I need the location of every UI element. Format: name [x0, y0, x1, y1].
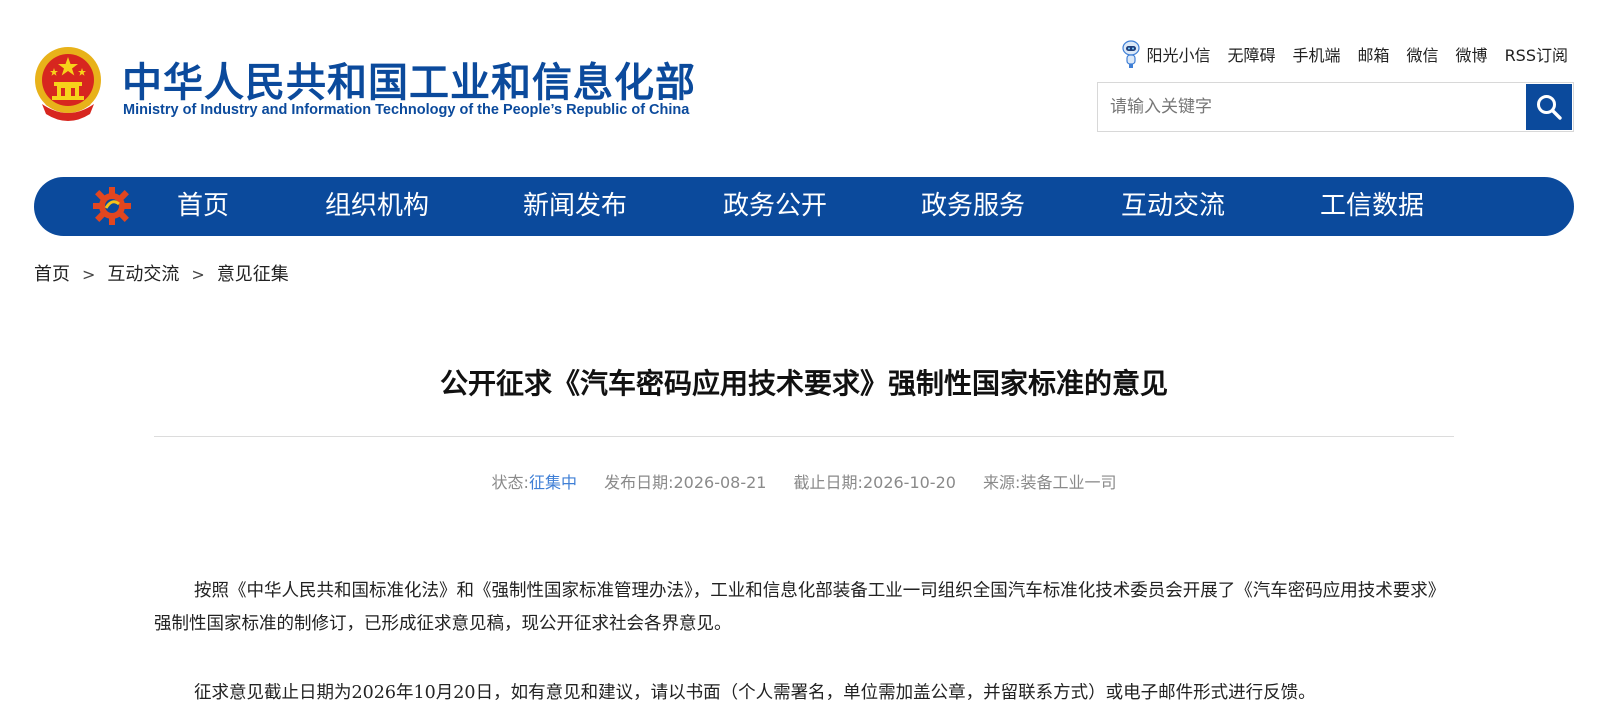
- article-paragraph: 按照《中华人民共和国标准化法》和《强制性国家标准管理办法》，工业和信息化部装备工…: [154, 581, 1446, 634]
- nav-item-home[interactable]: 首页: [177, 177, 229, 236]
- deadline-date: 2026-10-20: [862, 473, 956, 492]
- title-divider: [154, 436, 1454, 437]
- breadcrumb-home[interactable]: 首页: [34, 264, 70, 285]
- nav-item-news[interactable]: 新闻发布: [523, 177, 627, 236]
- nav-item-interaction[interactable]: 互动交流: [1121, 177, 1225, 236]
- top-link-rss[interactable]: RSS订阅: [1505, 42, 1568, 66]
- breadcrumb: 首页 > 互动交流 > 意见征集: [34, 260, 289, 286]
- nav-item-government-services[interactable]: 政务服务: [921, 177, 1025, 236]
- source-value: 装备工业一司: [1020, 473, 1117, 492]
- breadcrumb-separator: >: [191, 265, 205, 284]
- breadcrumb-interaction[interactable]: 互动交流: [107, 264, 179, 285]
- search-icon: [1537, 95, 1562, 120]
- meta-source: 来源:装备工业一司: [983, 473, 1116, 492]
- top-link-mobile[interactable]: 手机端: [1293, 42, 1341, 66]
- top-link-label: 阳光小信: [1146, 46, 1211, 65]
- top-link-weibo[interactable]: 微博: [1456, 42, 1488, 66]
- nav-item-data[interactable]: 工信数据: [1320, 177, 1424, 236]
- source-label: 来源:: [983, 473, 1021, 492]
- status-value: 征集中: [528, 473, 577, 492]
- top-links: 阳光小信 无障碍 手机端 邮箱 微信 微博 RSS订阅: [1120, 39, 1568, 69]
- breadcrumb-opinion-collection[interactable]: 意见征集: [217, 264, 289, 285]
- meta-deadline: 截止日期:2026-10-20: [794, 473, 956, 492]
- deadline-label: 截止日期:: [793, 473, 863, 492]
- top-link-mail[interactable]: 邮箱: [1358, 42, 1390, 66]
- site-logo[interactable]: 中华人民共和国工业和信息化部 Ministry of Industry and …: [32, 44, 732, 128]
- nav-item-government-affairs[interactable]: 政务公开: [723, 177, 827, 236]
- main-nav: 首页 组织机构 新闻发布 政务公开 政务服务 互动交流 工信数据: [34, 177, 1574, 236]
- top-link-wechat[interactable]: 微信: [1407, 42, 1439, 66]
- publish-date: 2026-08-21: [673, 473, 767, 492]
- national-emblem-icon: [35, 47, 101, 121]
- search-input[interactable]: [1098, 83, 1516, 131]
- search-box: [1097, 82, 1574, 132]
- meta-publish-date: 发布日期:2026-08-21: [604, 473, 766, 492]
- status-label: 状态:: [491, 473, 529, 492]
- article-paragraph: 征求意见截止日期为2026年10月20日，如有意见和建议，请以书面（个人需署名，…: [194, 683, 1316, 703]
- meta-status: 状态:征集中: [492, 473, 577, 492]
- search-button[interactable]: [1526, 84, 1572, 130]
- publish-label: 发布日期:: [604, 473, 674, 492]
- article-meta: 状态:征集中 发布日期:2026-08-21 截止日期:2026-10-20 来…: [0, 469, 1608, 493]
- article-title: 公开征求《汽车密码应用技术要求》强制性国家标准的意见: [439, 367, 1168, 400]
- site-title-cn: 中华人民共和国工业和信息化部: [122, 60, 696, 106]
- robot-assistant-icon: [1122, 40, 1141, 68]
- nav-item-organization[interactable]: 组织机构: [325, 177, 429, 236]
- breadcrumb-separator: >: [82, 265, 96, 284]
- gear-logo-icon: [93, 187, 131, 225]
- top-link-sunshine-xiaoxin[interactable]: 阳光小信: [1120, 39, 1210, 69]
- site-title-en: Ministry of Industry and Information Tec…: [123, 102, 690, 118]
- top-link-accessibility[interactable]: 无障碍: [1227, 42, 1275, 66]
